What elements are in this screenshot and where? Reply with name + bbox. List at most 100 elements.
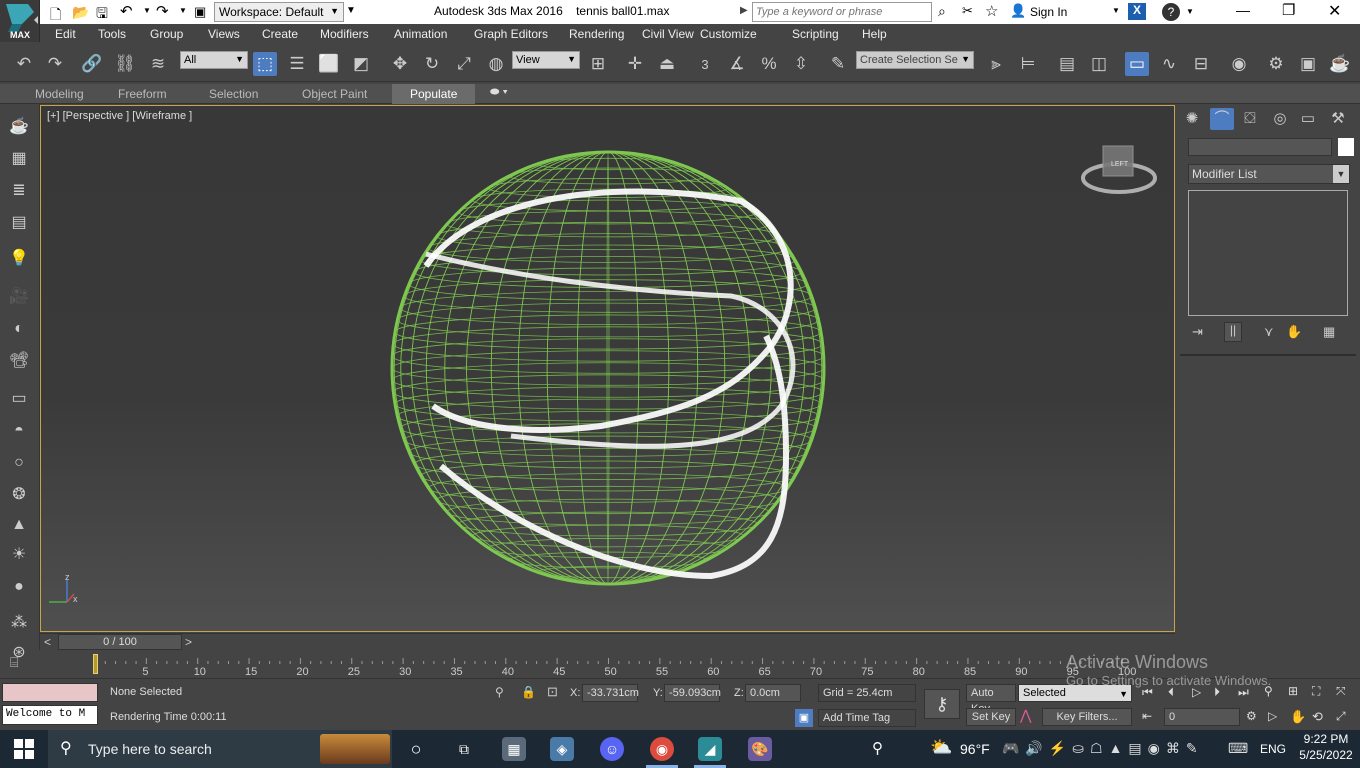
sign-in-dropdown-icon[interactable]: ▼: [1112, 6, 1120, 15]
show-end-result-icon[interactable]: ||: [1224, 322, 1242, 342]
angle-snap-icon[interactable]: ∡: [725, 52, 749, 76]
render-setup-icon[interactable]: ⚙: [1264, 52, 1288, 76]
cortana-icon[interactable]: ○: [404, 737, 428, 761]
sun-icon[interactable]: ☀: [8, 544, 30, 566]
x-coordinate-field[interactable]: -33.731cm: [582, 684, 639, 702]
people-icon[interactable]: ⚲: [872, 739, 883, 757]
zoom-extents-icon[interactable]: ⛶: [1312, 684, 1320, 699]
paint-icon[interactable]: 🎨: [748, 737, 772, 761]
motion-panel-icon[interactable]: ◎: [1268, 108, 1292, 130]
customize-qat-icon[interactable]: ▼: [346, 5, 356, 16]
ribbon-options-icon[interactable]: ⬬ ▾: [490, 86, 508, 99]
minimize-icon[interactable]: —: [1236, 2, 1250, 18]
particle-icon[interactable]: ⁂: [8, 612, 30, 634]
restore-icon[interactable]: ❐: [1282, 1, 1295, 19]
place-icon[interactable]: ◍: [484, 52, 508, 76]
set-key-button[interactable]: Set Key: [966, 708, 1016, 726]
app-icon-2[interactable]: ◈: [550, 737, 574, 761]
undo-dropdown-icon[interactable]: ▼: [143, 6, 151, 15]
mirror-icon[interactable]: ⫸: [984, 52, 1008, 76]
rectangular-selection-icon[interactable]: ⬜: [317, 52, 341, 76]
display-panel-icon[interactable]: ▭: [1296, 108, 1320, 130]
tab-modeling[interactable]: Modeling: [35, 84, 84, 104]
scene-list-icon[interactable]: ≣: [8, 180, 30, 202]
redo-icon[interactable]: ↷: [156, 2, 169, 20]
key-filters-button[interactable]: Key Filters...: [1042, 708, 1132, 726]
menu-views[interactable]: Views: [208, 27, 240, 41]
plane-icon[interactable]: ▭: [8, 388, 30, 410]
schematic-view-icon[interactable]: ⊟: [1189, 52, 1213, 76]
make-unique-icon[interactable]: ⋎: [1264, 324, 1274, 340]
field-of-view-icon[interactable]: ▷: [1268, 709, 1277, 723]
select-and-move-icon[interactable]: ✥: [388, 52, 412, 76]
create-panel-icon[interactable]: ✺: [1180, 108, 1204, 130]
weather-temperature[interactable]: 96°F: [960, 741, 990, 757]
reference-coordinate-dropdown[interactable]: View ▼: [512, 51, 580, 69]
curve-editor-icon[interactable]: ∿: [1157, 52, 1181, 76]
maxscript-output[interactable]: Welcome to M: [2, 705, 98, 725]
exchange-apps-icon[interactable]: X: [1128, 3, 1146, 20]
hemisphere-icon[interactable]: ◓: [8, 420, 30, 442]
open-file-icon[interactable]: 📂: [72, 4, 89, 21]
auto-key-button[interactable]: Auto Key: [966, 684, 1016, 715]
perspective-viewport[interactable]: [+] [Perspective ] [Wireframe ] LEFT z x: [40, 105, 1175, 632]
snaps-toggle-icon[interactable]: 3: [693, 52, 717, 76]
absolute-mode-icon[interactable]: ⊡: [547, 684, 558, 700]
y-coordinate-field[interactable]: -59.093cm: [664, 684, 721, 702]
menu-rendering[interactable]: Rendering: [569, 27, 624, 41]
default-in-out-tangents-icon[interactable]: ⋀: [1020, 707, 1031, 724]
remove-modifier-icon[interactable]: ✋: [1286, 324, 1302, 340]
add-time-tag[interactable]: Add Time Tag: [818, 709, 916, 727]
selection-lock-icon[interactable]: 🔒: [521, 685, 536, 699]
pin-stack-icon[interactable]: ⇥: [1192, 324, 1203, 340]
discord-icon[interactable]: ☺: [600, 737, 624, 761]
time-configuration-icon[interactable]: ⚙: [1246, 709, 1257, 723]
rendered-frame-window-icon[interactable]: ▣: [1296, 52, 1320, 76]
user-icon[interactable]: 👤: [1010, 3, 1026, 19]
pan-view-icon[interactable]: ✋: [1290, 709, 1306, 725]
percent-snap-icon[interactable]: %: [757, 52, 781, 76]
window-crossing-icon[interactable]: ◩: [349, 52, 373, 76]
keyboard-icon[interactable]: ⌨: [1228, 740, 1248, 757]
redo-dropdown-icon[interactable]: ▼: [179, 6, 187, 15]
chrome-icon[interactable]: ◉: [650, 737, 674, 761]
close-icon[interactable]: ✕: [1328, 1, 1341, 21]
tab-freeform[interactable]: Freeform: [118, 84, 167, 104]
object-name-field[interactable]: [1188, 138, 1332, 156]
menu-customize[interactable]: Customize: [700, 27, 757, 41]
tab-populate[interactable]: Populate: [392, 84, 476, 104]
sign-in-link[interactable]: Sign In: [1030, 5, 1067, 19]
selection-filter-dropdown[interactable]: All ▼: [180, 51, 248, 69]
orbit-icon[interactable]: ⟲: [1312, 709, 1323, 725]
time-tag-icon[interactable]: ▣: [795, 709, 813, 727]
transform-gizmo-icon[interactable]: ✛: [623, 52, 647, 76]
bind-to-space-warp-icon[interactable]: ≋: [146, 52, 170, 76]
help-dropdown-icon[interactable]: ▼: [1186, 7, 1194, 16]
taskbar-search-box[interactable]: ⚲ Type here to search: [48, 730, 392, 768]
toggle-ribbon-icon[interactable]: ▭: [1125, 52, 1149, 76]
unlink-selection-icon[interactable]: ⛓: [113, 52, 137, 76]
keyboard-shortcut-override-icon[interactable]: ⏏: [655, 52, 679, 76]
isolate-selection-icon[interactable]: ⚲: [495, 685, 504, 699]
help-icon[interactable]: ?: [1162, 3, 1180, 21]
tray-icons[interactable]: 🎮🔊⚡⛀☖▲▤◉⌘✎: [1002, 740, 1204, 757]
select-and-link-icon[interactable]: 🔗: [80, 52, 104, 76]
clock[interactable]: 9:22 PM 5/25/2022: [1296, 732, 1356, 762]
undo-icon[interactable]: ↶: [120, 2, 133, 20]
render-production-icon[interactable]: ☕: [1328, 52, 1352, 76]
time-slider-next[interactable]: >: [185, 635, 192, 649]
3ds-max-taskbar-icon[interactable]: ◢: [698, 737, 722, 761]
configure-modifier-sets-icon[interactable]: ▦: [1323, 324, 1335, 340]
z-coordinate-field[interactable]: 0.0cm: [745, 684, 801, 702]
edit-named-selection-icon[interactable]: ✎: [826, 52, 850, 76]
modifier-stack[interactable]: [1188, 190, 1348, 316]
light-list-icon[interactable]: 💡: [8, 248, 30, 270]
app-icon-1[interactable]: ▦: [502, 737, 526, 761]
half-sphere-icon[interactable]: ◐: [8, 318, 30, 340]
select-object-icon[interactable]: ⬚: [253, 52, 277, 76]
modifier-list-dropdown[interactable]: Modifier List ▼: [1188, 164, 1350, 184]
menu-animation[interactable]: Animation: [394, 27, 447, 41]
language-indicator[interactable]: ENG: [1260, 742, 1286, 756]
object-color-swatch[interactable]: [1338, 138, 1354, 156]
utilities-panel-icon[interactable]: ⚒: [1326, 108, 1350, 130]
